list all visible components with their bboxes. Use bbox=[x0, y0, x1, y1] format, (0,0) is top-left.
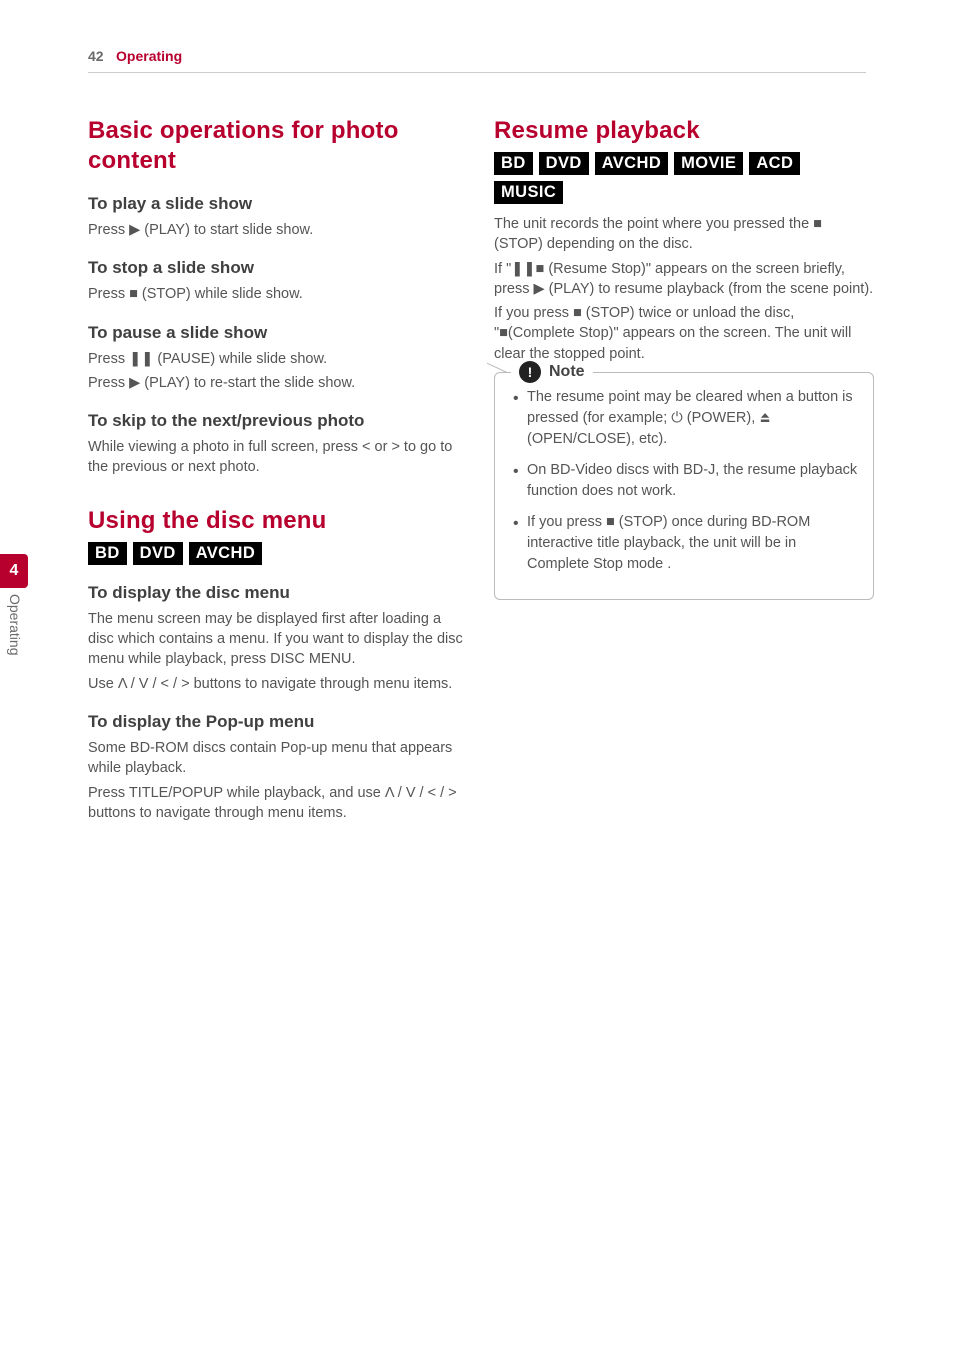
note-bang-icon: ! bbox=[519, 361, 541, 383]
subheading-stop-slideshow: To stop a slide show bbox=[88, 258, 468, 278]
subheading-pause-slideshow: To pause a slide show bbox=[88, 323, 468, 343]
note-header: ! Note bbox=[511, 361, 593, 383]
note-item: If you press ■ (STOP) once during BD-ROM… bbox=[513, 512, 859, 575]
body-display-disc-menu-a: The menu screen may be displayed first a… bbox=[88, 609, 468, 670]
subheading-display-disc-menu: To display the disc menu bbox=[88, 583, 468, 603]
left-column: Basic operations for photo content To pl… bbox=[88, 96, 468, 827]
heading-resume-playback: Resume playback bbox=[494, 116, 874, 146]
body-display-popup-menu-b: Press TITLE/POPUP while playback, and us… bbox=[88, 783, 468, 824]
body-pause-slideshow-b: Press ▶ (PLAY) to re-start the slide sho… bbox=[88, 373, 468, 393]
note-box: ! Note The resume point may be cleared w… bbox=[494, 372, 874, 600]
tag-avchd: AVCHD bbox=[189, 542, 262, 565]
note-item: On BD-Video discs with BD-J, the resume … bbox=[513, 460, 859, 502]
side-chapter-tab: 4 bbox=[0, 554, 28, 588]
tag-music: MUSIC bbox=[494, 181, 563, 204]
heading-basic-operations: Basic operations for photo content bbox=[88, 116, 468, 176]
page-number: 42 bbox=[88, 48, 104, 64]
tag-bd: BD bbox=[88, 542, 127, 565]
body-resume-p2: If "❚❚■ (Resume Stop)" appears on the sc… bbox=[494, 259, 874, 300]
tag-dvd: DVD bbox=[539, 152, 589, 175]
heading-using-disc-menu: Using the disc menu bbox=[88, 506, 468, 536]
note-leader-line bbox=[487, 363, 507, 373]
body-play-slideshow: Press ▶ (PLAY) to start slide show. bbox=[88, 220, 468, 240]
disc-menu-tags: BD DVD AVCHD bbox=[88, 542, 468, 565]
page-header: 42 Operating bbox=[88, 48, 866, 73]
resume-playback-tags: BD DVD AVCHD MOVIE ACD MUSIC bbox=[494, 152, 874, 204]
body-resume-p3: If you press ■ (STOP) twice or unload th… bbox=[494, 303, 874, 364]
body-display-disc-menu-b: Use Λ / V / < / > buttons to navigate th… bbox=[88, 674, 468, 694]
subheading-display-popup-menu: To display the Pop-up menu bbox=[88, 712, 468, 732]
tag-acd: ACD bbox=[749, 152, 800, 175]
body-pause-slideshow-a: Press ❚❚ (PAUSE) while slide show. bbox=[88, 349, 468, 369]
subheading-skip-photo: To skip to the next/previous photo bbox=[88, 411, 468, 431]
body-stop-slideshow: Press ■ (STOP) while slide show. bbox=[88, 284, 468, 304]
tag-avchd: AVCHD bbox=[595, 152, 668, 175]
subheading-play-slideshow: To play a slide show bbox=[88, 194, 468, 214]
body-display-popup-menu-a: Some BD-ROM discs contain Pop-up menu th… bbox=[88, 738, 468, 779]
note-title: Note bbox=[549, 363, 585, 381]
note-item: The resume point may be cleared when a b… bbox=[513, 387, 859, 450]
side-chapter-number: 4 bbox=[10, 562, 19, 580]
tag-dvd: DVD bbox=[133, 542, 183, 565]
body-skip-photo: While viewing a photo in full screen, pr… bbox=[88, 437, 468, 478]
page-section-label: Operating bbox=[116, 48, 182, 64]
right-column: Resume playback BD DVD AVCHD MOVIE ACD M… bbox=[494, 96, 874, 600]
tag-bd: BD bbox=[494, 152, 533, 175]
body-resume-p1: The unit records the point where you pre… bbox=[494, 214, 874, 255]
tag-movie: MOVIE bbox=[674, 152, 743, 175]
side-chapter-label: Operating bbox=[3, 594, 23, 655]
note-list: The resume point may be cleared when a b… bbox=[513, 387, 859, 575]
